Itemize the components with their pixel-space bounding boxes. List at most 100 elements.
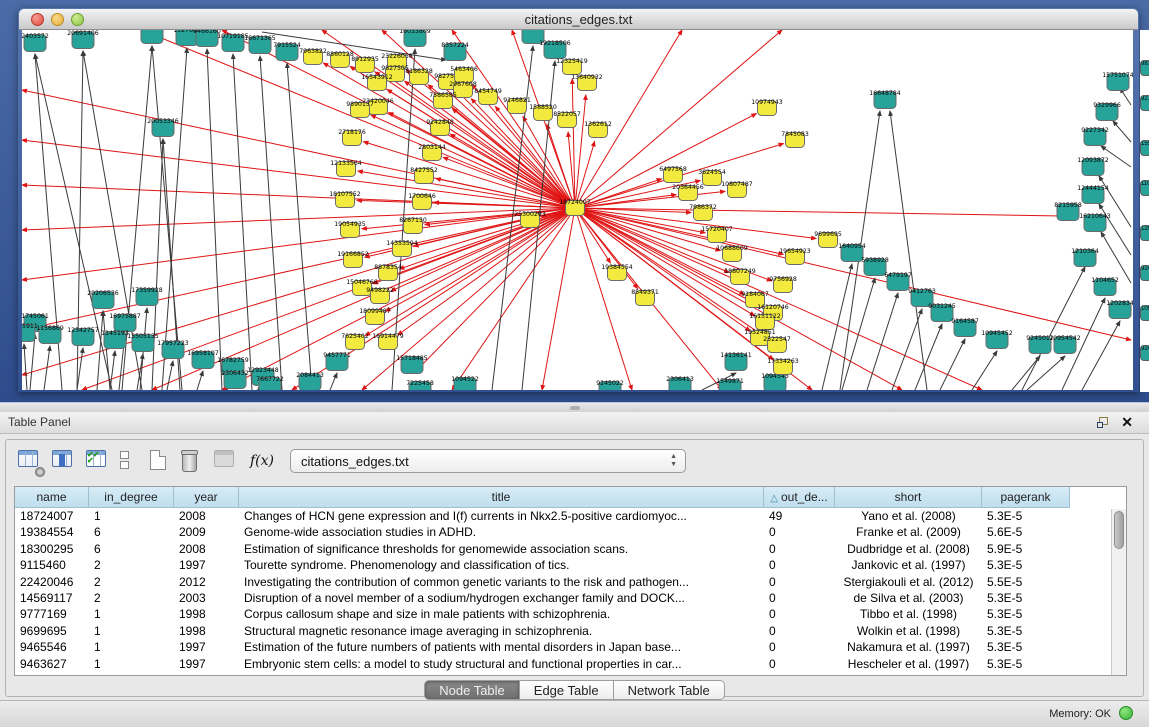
tab-network-table[interactable]: Network Table [614,680,725,700]
graph-node[interactable]: 20691406 [67,30,99,49]
graph-node[interactable]: 9812304 [1140,60,1149,76]
graph-node[interactable]: 9890157 [346,101,374,118]
graph-node[interactable]: 17359928 [131,287,163,306]
zoom-window-button[interactable] [71,13,84,26]
graph-node[interactable]: 16975887 [109,313,141,332]
graph-node[interactable]: 10954542 [1049,335,1081,354]
graph-node[interactable]: 13640932 [571,74,603,91]
scrollbar-thumb[interactable] [1114,511,1124,549]
graph-node[interactable]: 16914479 [372,333,404,350]
function-builder-icon[interactable]: f(x) [250,453,274,477]
graph-node[interactable]: 1094522 [451,376,479,390]
graph-node[interactable]: 20364456 [672,184,704,201]
dropdown-spinner-icon[interactable]: ▲▼ [670,453,677,469]
table-settings-icon[interactable] [18,450,42,474]
graph-node[interactable]: 16033809 [399,30,431,47]
graph-node[interactable]: 2522547 [763,336,791,353]
graph-node[interactable]: 8878354 [374,264,402,281]
graph-node[interactable]: 7586585 [429,92,457,109]
graph-node[interactable]: 1145193 [101,330,129,349]
table-row[interactable]: 969969511998Structural magnetic resonanc… [15,623,1126,639]
graph-node[interactable]: 9164587 [951,318,979,337]
graph-node[interactable]: 8912935 [351,56,379,73]
graph-node[interactable]: 9245012 [1140,265,1149,281]
graph-node[interactable]: 1559581 [1140,140,1149,156]
column-header-title[interactable]: title [239,487,764,508]
graph-node[interactable]: 7845083 [781,131,809,148]
graph-node[interactable]: 8454749 [474,88,502,105]
graph-node[interactable]: 12325419 [556,58,588,75]
graph-node[interactable]: 7963822 [299,48,327,65]
graph-node[interactable]: 10807487 [721,181,753,198]
table-row[interactable]: 1456911722003Disruption of a novel membe… [15,590,1126,606]
graph-node[interactable]: 1210364 [1071,248,1099,267]
graph-node[interactable]: 7667722 [256,376,284,390]
graph-node[interactable]: 1700646 [408,193,436,210]
graph-node[interactable]: 2084413 [296,372,324,390]
graph-node[interactable]: 8427552 [410,167,438,184]
graph-node[interactable]: 10974943 [751,99,783,116]
graph-node[interactable]: 8186328 [405,68,433,85]
table-selector-dropdown[interactable]: citations_edges.txt ▲▼ [290,449,686,473]
graph-node[interactable]: 16151122 [749,313,781,330]
graph-node[interactable]: 19654923 [779,248,811,265]
graph-node[interactable]: 9457771 [323,352,351,371]
table-row[interactable]: 946554611997Estimation of the future num… [15,639,1126,655]
column-chooser-icon[interactable] [52,450,76,474]
table-row[interactable]: 1872400712008Changes of HCN gene express… [15,508,1126,524]
graph-node[interactable]: 9227342 [1081,127,1109,146]
graph-node[interactable]: 9242848 [426,119,454,136]
graph-node[interactable]: 15751074 [1102,72,1133,91]
minimize-window-button[interactable] [51,13,64,26]
row-height-icon[interactable] [120,451,144,475]
graph-node[interactable]: 9273413 [1140,95,1149,111]
import-table-icon[interactable]: ✔✔✔ [86,450,110,474]
graph-node[interactable]: 9245023 [1140,345,1149,361]
graph-node[interactable]: 17957223 [157,340,189,359]
graph-node[interactable]: 16648784 [869,90,901,109]
graph-node[interactable]: 9146821 [503,97,531,114]
graph-node[interactable]: 8357224 [441,42,469,61]
new-table-icon[interactable] [150,450,174,474]
table-row[interactable]: 1830029562008Estimation of significance … [15,541,1126,557]
graph-node[interactable]: 7915524 [273,42,301,61]
graph-node[interactable]: 1549871 [716,378,744,390]
graph-node[interactable]: 16210643 [1079,213,1111,232]
column-header-year[interactable]: year [174,487,239,508]
graph-node[interactable]: 15720407 [701,226,733,243]
graph-node[interactable]: 14136141 [720,352,752,371]
graph-node[interactable]: 10688609 [716,245,748,262]
graph-node[interactable]: 1104652 [1091,277,1119,296]
graph-node[interactable]: 9756928 [769,276,797,293]
graph-node[interactable]: 12342757 [67,327,99,346]
graph-node[interactable]: 1104658 [1140,180,1149,196]
panel-splitter[interactable] [0,402,1149,412]
graph-node[interactable]: 1202834 [1140,225,1149,241]
graph-node[interactable]: 7225458 [406,380,434,390]
table-row[interactable]: 977716911998Corpus callosum shape and si… [15,606,1126,622]
graph-node[interactable]: 16958107 [187,350,219,369]
graph-node[interactable]: 6497568 [659,166,687,183]
column-header-in_degree[interactable]: in_degree [89,487,174,508]
graph-node[interactable]: 8549371 [631,289,659,306]
column-header-pagerank[interactable]: pagerank [982,487,1070,508]
graph-node[interactable]: 9329966 [1093,102,1121,121]
column-header-name[interactable]: name [15,487,89,508]
graph-node[interactable]: 15718485 [396,355,428,374]
graph-node[interactable]: 1156869 [36,325,64,344]
citation-network-graph[interactable]: 2403572206914061085328715276079466160107… [22,30,1133,390]
graph-node[interactable]: 2403572 [22,33,49,52]
graph-node[interactable]: 10945452 [981,330,1013,349]
graph-node[interactable]: 18807249 [724,268,756,285]
graph-node[interactable]: 13505135 [127,333,159,352]
table-row[interactable]: 2242004622012Investigating the contribut… [15,574,1126,590]
column-header-out_de[interactable]: △out_de... [764,487,835,508]
splitter-handle-icon[interactable] [570,406,580,410]
tab-edge-table[interactable]: Edge Table [520,680,614,700]
graph-node[interactable]: 1093445 [1140,305,1149,321]
graph-node[interactable]: 7986372 [689,204,717,221]
graph-node[interactable]: 2306432 [221,370,249,389]
graph-node[interactable]: 20206536 [87,290,119,309]
delete-table-icon[interactable] [182,450,206,474]
graph-node[interactable]: 10853287 [136,30,168,44]
